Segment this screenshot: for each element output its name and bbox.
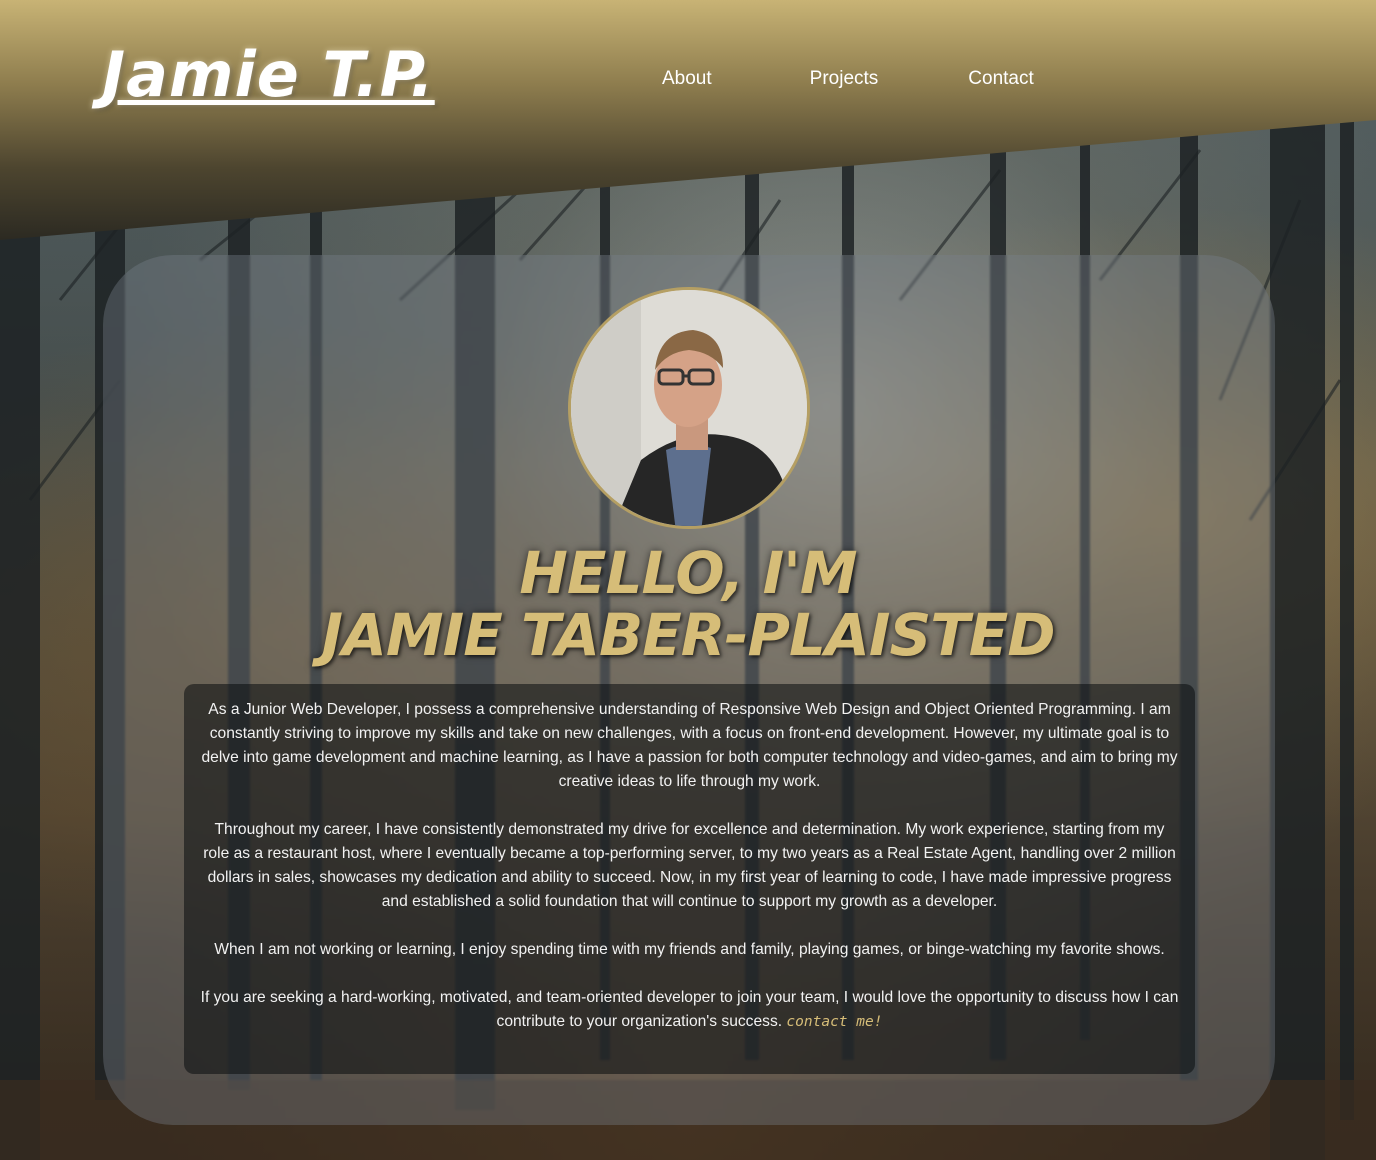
main-nav: About Projects Contact [662, 68, 1132, 90]
nav-link-projects[interactable]: Projects [810, 68, 879, 90]
nav-link-contact[interactable]: Contact [968, 68, 1033, 90]
contact-me-link[interactable]: contact me! [786, 1014, 882, 1030]
profile-avatar [568, 287, 810, 529]
hero-headline: HELLO, I'M JAMIE TABER-PLAISTED [0, 542, 1376, 666]
bio-paragraph-1: As a Junior Web Developer, I possess a c… [201, 701, 1178, 790]
headline-line-2: JAMIE TABER-PLAISTED [321, 601, 1055, 669]
bio-paragraph-4: If you are seeking a hard-working, motiv… [200, 986, 1179, 1034]
bio-paragraph-2: Throughout my career, I have consistentl… [203, 821, 1176, 910]
site-logo[interactable]: Jamie T.P. [102, 38, 435, 111]
avatar-portrait-image [571, 290, 807, 526]
headline-line-1: HELLO, I'M [519, 539, 857, 607]
nav-link-about[interactable]: About [662, 68, 712, 90]
bio-paragraph-4-text: If you are seeking a hard-working, motiv… [200, 989, 1179, 1030]
bio-panel: As a Junior Web Developer, I possess a c… [184, 684, 1195, 1074]
bio-paragraph-3: When I am not working or learning, I enj… [214, 941, 1165, 958]
